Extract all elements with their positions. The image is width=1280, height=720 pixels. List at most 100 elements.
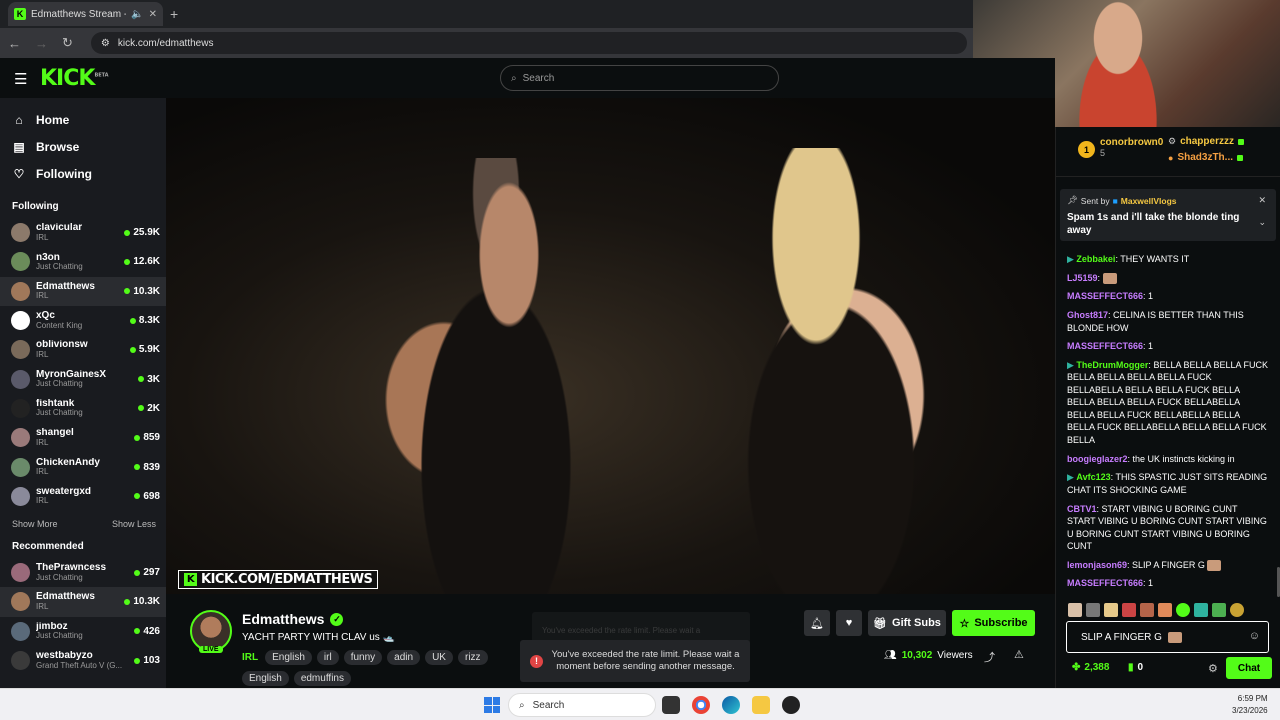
app-icon[interactable] — [782, 696, 800, 714]
chat-username[interactable]: boogieglazer2 — [1067, 454, 1128, 464]
emote-5-icon[interactable] — [1140, 603, 1154, 617]
send-chat-button[interactable]: Chat — [1226, 657, 1272, 679]
emote-9-icon[interactable] — [1212, 603, 1226, 617]
tag-chip[interactable]: funny — [343, 650, 383, 665]
close-tab-icon[interactable]: ✕ — [149, 9, 157, 20]
chat-username[interactable]: MASSEFFECT666 — [1067, 291, 1143, 301]
gift-subs-button[interactable]: 🎁︎ Gift Subs — [868, 610, 946, 636]
hamburger-menu-icon[interactable]: ☰ — [14, 70, 27, 88]
sidebar-channel-n3on[interactable]: n3on Just Chatting 12.6K — [0, 247, 166, 276]
channel-text: oblivionsw IRL — [36, 340, 130, 359]
reload-icon[interactable]: ↻ — [62, 35, 73, 51]
emoji-picker-icon[interactable]: ☺ — [1249, 630, 1260, 642]
sidebar-channel-xqc[interactable]: xQc Content King 8.3K — [0, 306, 166, 335]
tag-chip[interactable]: UK — [425, 650, 453, 665]
tag-chip[interactable]: English — [242, 671, 289, 686]
avatar — [11, 223, 30, 243]
sidebar-channel-fishtank[interactable]: fishtank Just Chatting 2K — [0, 394, 166, 423]
task-view-icon[interactable] — [662, 696, 680, 714]
tag-chip[interactable]: rizz — [457, 650, 488, 665]
pinned-user[interactable]: MaxwellVlogs — [1121, 196, 1177, 206]
subscribe-button[interactable]: ☆ Subscribe — [952, 610, 1035, 636]
category-link[interactable]: IRL — [242, 652, 258, 663]
sidebar-channel-oblivionsw[interactable]: oblivionsw IRL 5.9K — [0, 335, 166, 364]
tag-chip[interactable]: adin — [387, 650, 421, 665]
chevron-down-icon[interactable]: ⌄ — [1258, 217, 1266, 228]
gifter-first[interactable]: conorbrown0 5 — [1100, 137, 1163, 158]
emote-1-icon[interactable] — [1068, 603, 1082, 617]
chat-input[interactable]: SLIP A FINGER G ☺ — [1066, 621, 1269, 653]
edge-icon[interactable] — [722, 696, 740, 714]
unpin-icon[interactable]: ✕ — [1258, 195, 1266, 206]
browser-tab[interactable]: K Edmatthews Stream - Watc 🔈 ✕ — [8, 2, 163, 26]
watermark-text: KICK.COM/EDMATTHEWS — [201, 572, 373, 587]
live-dot-icon — [124, 258, 131, 265]
search-input[interactable]: ⌕ Search — [500, 65, 779, 91]
nav-item-home[interactable]: ⌂ Home — [0, 106, 166, 133]
tag-chip[interactable]: irl — [316, 650, 339, 665]
home-icon: ⌂ — [15, 112, 23, 127]
video-person-woman — [666, 148, 966, 594]
chrome-icon[interactable] — [692, 696, 710, 714]
chat-text: 1 — [1148, 578, 1154, 589]
chat-settings-gear-icon[interactable]: ⚙ — [1208, 662, 1218, 675]
forward-arrow-icon[interactable]: → — [35, 36, 48, 51]
report-warning-icon[interactable]: ⚠ — [1014, 648, 1024, 661]
url-field[interactable]: ⚙ kick.com/edmatthews — [90, 32, 967, 54]
emote-7-icon[interactable] — [1176, 603, 1190, 617]
chat-username[interactable]: Avfc123 — [1076, 472, 1110, 482]
avatar — [11, 281, 30, 301]
gifter-third[interactable]: ● Shad3zTh... — [1168, 152, 1243, 163]
sidebar-channel-edmatthews[interactable]: Edmatthews IRL 10.3K — [0, 587, 166, 617]
back-arrow-icon[interactable]: ← — [8, 36, 21, 51]
emote-10-icon[interactable] — [1230, 603, 1244, 617]
tag-chip[interactable]: English — [265, 650, 312, 665]
sidebar-channel-edmatthews[interactable]: Edmatthews IRL 10.3K — [0, 276, 166, 306]
gifter-second[interactable]: ⚙ chapperzzz — [1168, 136, 1244, 147]
follow-button[interactable]: ♥ — [836, 610, 862, 636]
chat-message: MASSEFFECT666: 1 — [1067, 577, 1268, 590]
new-tab-button[interactable]: + — [170, 6, 178, 22]
sidebar-channel-theprawncess[interactable]: ThePrawncess Just Chatting 297 — [0, 558, 166, 587]
chat-username[interactable]: TheDrumMogger — [1076, 360, 1148, 370]
chat-username[interactable]: Ghost817 — [1067, 310, 1108, 320]
show-less-button[interactable]: Show Less — [112, 519, 156, 529]
chat-username[interactable]: MASSEFFECT666 — [1067, 341, 1143, 351]
viewers-icon: 👥︎ — [884, 650, 897, 661]
chat-username[interactable]: lemonjason69 — [1067, 560, 1127, 570]
notification-bell-button[interactable]: 🔔︎ — [804, 610, 830, 636]
chat-username[interactable]: CBTV1 — [1067, 504, 1097, 514]
sidebar-channel-jimboz[interactable]: jimboz Just Chatting 426 — [0, 617, 166, 646]
show-more-button[interactable]: Show More — [12, 519, 58, 529]
viewers-label: Viewers — [937, 650, 973, 661]
video-player[interactable]: K KICK.COM/EDMATTHEWS — [166, 98, 1055, 594]
emote-4-icon[interactable] — [1122, 603, 1136, 617]
emote-8-icon[interactable] — [1194, 603, 1208, 617]
sidebar-channel-sweatergxd[interactable]: sweatergxd IRL 698 — [0, 482, 166, 511]
emote-2-icon[interactable] — [1086, 603, 1100, 617]
streamer-name[interactable]: Edmatthews — [242, 611, 324, 627]
tag-chip[interactable]: edmuffins — [293, 671, 351, 686]
site-info-icon[interactable]: ⚙ — [101, 38, 110, 49]
sidebar-channel-myrongainesx[interactable]: MyronGainesX Just Chatting 3K — [0, 364, 166, 393]
chat-username[interactable]: MASSEFFECT666 — [1067, 578, 1143, 588]
sidebar-channel-clavicular[interactable]: clavicular IRL 25.9K — [0, 218, 166, 247]
chat-username[interactable]: Zebbakei — [1076, 254, 1115, 264]
channel-points[interactable]: ✤ 2,388 — [1072, 662, 1109, 673]
sidebar-channel-shangel[interactable]: shangel IRL 859 — [0, 423, 166, 452]
nav-label: Browse — [36, 139, 80, 154]
chat-username[interactable]: LJ5159 — [1067, 273, 1098, 283]
sidebar-channel-westbabyzo[interactable]: westbabyzo Grand Theft Auto V (G... 103 — [0, 646, 166, 675]
emote-6-icon[interactable] — [1158, 603, 1172, 617]
file-explorer-icon[interactable] — [752, 696, 770, 714]
kick-logo[interactable]: KICKBETA — [40, 66, 109, 91]
nav-item-following[interactable]: ♡ Following — [0, 160, 166, 187]
taskbar-search[interactable]: ⌕ Search — [508, 693, 656, 717]
sidebar-channel-chickenandy[interactable]: ChickenAndy IRL 839 — [0, 452, 166, 481]
windows-start-icon[interactable] — [484, 697, 500, 713]
nav-item-browse[interactable]: ▤ Browse — [0, 133, 166, 160]
emote-3-icon[interactable] — [1104, 603, 1118, 617]
speaker-icon[interactable]: 🔈 — [131, 9, 143, 20]
share-icon[interactable]: ⤴ — [984, 649, 995, 665]
kick-points[interactable]: ▮ 0 — [1128, 662, 1143, 673]
